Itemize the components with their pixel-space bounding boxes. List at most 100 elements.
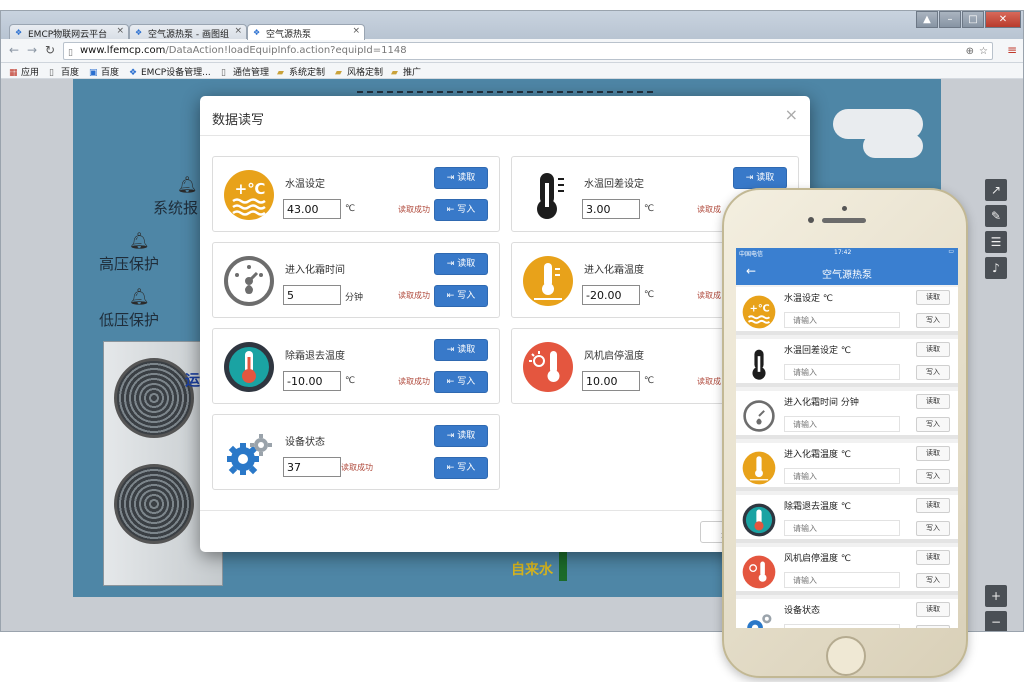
bookmark-style[interactable]: ▰ 风格定制 (335, 65, 383, 78)
phone-row-defrost-time: 进入化霜时间 分钟 读取 写入 (736, 391, 958, 439)
field-label: 进入化霜时间 (285, 265, 345, 276)
battery-icon: ▭ (948, 248, 954, 255)
maximize-button[interactable]: □ (962, 11, 984, 28)
unit-label: ℃ (345, 204, 356, 214)
sign-out-icon: ⇥ (446, 259, 455, 269)
read-button[interactable]: 读取 (916, 498, 950, 513)
water-inlet-arrow-icon (559, 551, 567, 581)
back-icon[interactable]: ← (9, 43, 19, 57)
bookmark-system[interactable]: ▰ 系统定制 (277, 65, 325, 78)
value-input[interactable] (784, 416, 900, 432)
write-button[interactable]: 写入 (916, 625, 950, 628)
url-path: /DataAction!loadEquipInfo.action?equipId… (165, 45, 407, 56)
write-button[interactable]: 写入 (916, 469, 950, 484)
zoom-in-icon[interactable]: + (985, 585, 1007, 607)
read-button[interactable]: 读取 (916, 394, 950, 409)
value-input[interactable] (582, 285, 640, 305)
write-button[interactable]: ⇤ 写入 (434, 457, 488, 479)
tab-drawing[interactable]: ❖ 空气源热泵 - 画图组 × (129, 24, 247, 40)
close-icon[interactable]: × (785, 105, 798, 124)
unit-label: ℃ (644, 204, 655, 214)
dialog-title: 数据读写 (212, 113, 265, 128)
sign-in-icon: ⇤ (446, 205, 455, 215)
param-card-exit-defrost: 除霜退去温度 ℃ 读取成功 ⇥读取 ⇤写入 (212, 328, 500, 404)
star-icon[interactable]: ☆ (979, 44, 988, 60)
row-label: 进入化霜温度 ℃ (784, 450, 851, 460)
edit-icon[interactable]: ✎ (985, 205, 1007, 227)
write-button[interactable]: 写入 (916, 573, 950, 588)
chart-icon[interactable]: ↗ (985, 179, 1007, 201)
dialog-footer: 关 (200, 510, 810, 552)
defrost-temp-icon (742, 451, 776, 485)
value-input[interactable] (283, 371, 341, 391)
menu-icon[interactable]: ≡ (1007, 43, 1017, 57)
write-button[interactable]: 写入 (916, 365, 950, 380)
bookmark-emcp[interactable]: ❖ EMCP设备管理... (129, 65, 211, 78)
field-label: 设备状态 (285, 437, 325, 448)
write-button[interactable]: ⇤ 写入 (434, 371, 488, 393)
value-input[interactable] (283, 285, 341, 305)
bookmark-promo[interactable]: ▰ 推广 (391, 65, 421, 78)
site-icon: ❖ (15, 28, 23, 37)
zoom-out-icon[interactable]: − (985, 611, 1007, 631)
tap-water-label: 自来水 (511, 562, 553, 578)
value-input[interactable] (582, 199, 640, 219)
bookmark-baidu-1[interactable]: ▯ 百度 (49, 65, 79, 78)
zoom-icon[interactable]: ⊕ (966, 44, 974, 60)
apps-icon: ▦ (9, 68, 18, 78)
pipe-line (357, 91, 653, 95)
write-button[interactable]: 写入 (916, 417, 950, 432)
value-input[interactable] (784, 468, 900, 484)
value-input[interactable] (283, 457, 341, 477)
close-icon[interactable]: × (116, 26, 124, 36)
forward-icon[interactable]: → (27, 43, 37, 57)
reload-icon[interactable]: ↻ (45, 43, 55, 57)
speaker-icon (822, 218, 866, 223)
bookmark-baidu-2[interactable]: ▣ 百度 (89, 65, 119, 78)
read-button[interactable]: ⇥ 读取 (434, 339, 488, 361)
read-button[interactable]: 读取 (916, 550, 950, 565)
close-window-button[interactable]: ✕ (985, 11, 1021, 28)
read-button[interactable]: 读取 (916, 342, 950, 357)
fan-temp-icon (742, 555, 776, 589)
home-button[interactable] (826, 636, 866, 676)
list-icon[interactable]: ☰ (985, 231, 1007, 253)
close-icon[interactable]: × (352, 26, 360, 36)
address-bar[interactable]: ▯ www.lfemcp.com/DataAction!loadEquipInf… (63, 42, 993, 60)
minimize-button[interactable]: – (939, 11, 961, 28)
value-input[interactable] (784, 624, 900, 628)
read-button[interactable]: 读取 (916, 290, 950, 305)
bookmarks-bar: ▦ 应用 ▯ 百度 ▣ 百度 ❖ EMCP设备管理... ▯ 通信管理 ▰ 系统定制 ▰ 风格… (1, 63, 1023, 79)
write-button[interactable]: ⇤ 写入 (434, 199, 488, 221)
folder-icon: ▰ (391, 68, 398, 78)
read-status: 读取成 (697, 377, 721, 386)
value-input[interactable] (784, 572, 900, 588)
page-icon: ▯ (221, 68, 226, 78)
value-input[interactable] (784, 364, 900, 380)
tab-heat-pump[interactable]: ❖ 空气源热泵 × (247, 24, 365, 40)
read-button[interactable]: ⇥ 读取 (434, 253, 488, 275)
thermometer-icon (752, 349, 766, 380)
value-input[interactable] (784, 520, 900, 536)
zoom-toolbar: + − (985, 585, 1009, 631)
phone-row-water-temp: +℃ 水温设定 ℃ 读取 写入 (736, 287, 958, 335)
read-button[interactable]: 读取 (916, 602, 950, 617)
value-input[interactable] (784, 312, 900, 328)
bookmark-apps[interactable]: ▦ 应用 (9, 65, 39, 78)
read-button[interactable]: ⇥ 读取 (733, 167, 787, 189)
close-icon[interactable]: × (234, 26, 242, 36)
bell-icon[interactable]: ♪ (985, 257, 1007, 279)
write-button[interactable]: ⇤ 写入 (434, 285, 488, 307)
tab-emcp[interactable]: ❖ EMCP物联网云平台 × (9, 24, 129, 40)
read-button[interactable]: 读取 (916, 446, 950, 461)
bookmark-comm[interactable]: ▯ 通信管理 (221, 65, 269, 78)
read-button[interactable]: ⇥ 读取 (434, 167, 488, 189)
sign-in-icon: ⇤ (446, 291, 455, 301)
value-input[interactable] (582, 371, 640, 391)
value-input[interactable] (283, 199, 341, 219)
write-button[interactable]: 写入 (916, 521, 950, 536)
field-label: 进入化霜温度 (584, 265, 644, 276)
user-icon[interactable]: ▲ (916, 11, 938, 28)
read-button[interactable]: ⇥ 读取 (434, 425, 488, 447)
write-button[interactable]: 写入 (916, 313, 950, 328)
